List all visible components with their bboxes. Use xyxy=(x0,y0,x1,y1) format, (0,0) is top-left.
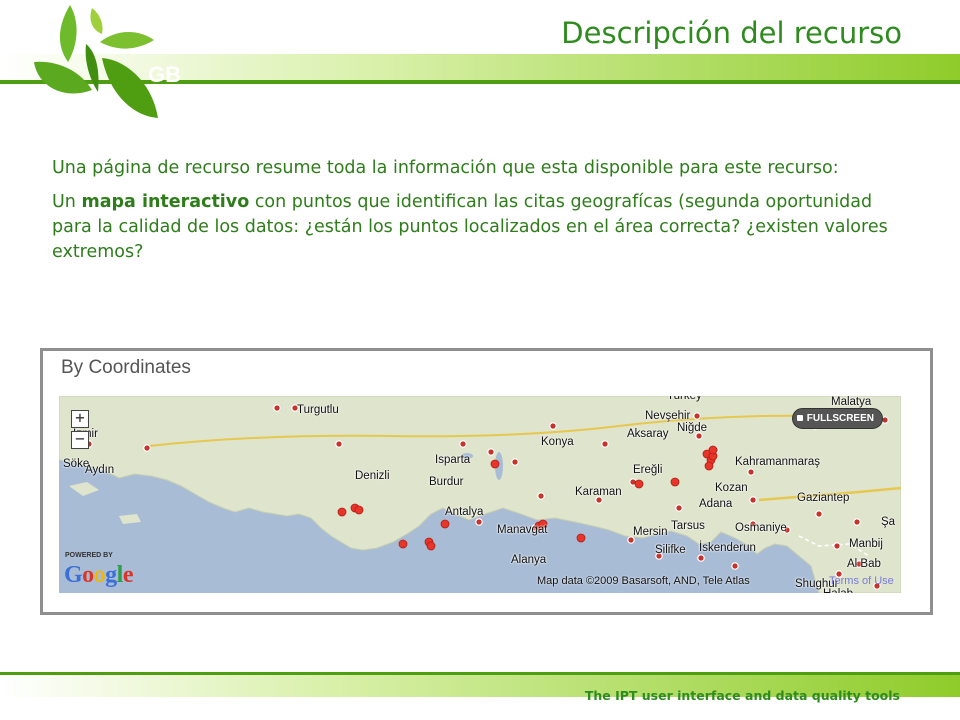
city-marker[interactable] xyxy=(697,554,705,562)
city-label: Turkey xyxy=(667,396,702,402)
city-marker[interactable] xyxy=(601,440,609,448)
city-label: Denizli xyxy=(355,470,390,482)
city-marker[interactable] xyxy=(853,518,861,526)
fullscreen-button[interactable]: FULLSCREEN xyxy=(791,408,883,429)
occurrence-marker[interactable] xyxy=(704,461,714,471)
zoom-in-button[interactable]: + xyxy=(71,410,89,428)
city-label: Şa xyxy=(881,516,896,528)
city-label: Osmaniye xyxy=(735,522,787,534)
city-label: Manavgat xyxy=(497,524,548,536)
terms-of-use-link[interactable]: Terms of Use xyxy=(829,575,894,587)
city-marker[interactable] xyxy=(815,510,823,518)
occurrence-marker[interactable] xyxy=(398,539,408,549)
city-marker[interactable] xyxy=(335,440,343,448)
city-marker[interactable] xyxy=(487,448,495,456)
city-label: Ereğli xyxy=(633,464,663,476)
occurrence-marker[interactable] xyxy=(634,479,644,489)
map-attribution: Map data ©2009 Basarsoft, AND, Tele Atla… xyxy=(537,575,750,587)
google-logo-letter: G xyxy=(64,562,83,588)
paragraph-summary: Una página de recurso resume toda la inf… xyxy=(52,158,839,178)
city-label: Aydın xyxy=(85,464,115,476)
city-marker[interactable] xyxy=(675,504,683,512)
slide-title: Descripción del recurso xyxy=(561,16,902,50)
city-label: Nevşehir xyxy=(645,410,691,422)
city-label: Turgutlu xyxy=(297,404,339,416)
occurrence-marker[interactable] xyxy=(354,505,364,515)
google-logo-letter: o xyxy=(93,562,106,588)
city-marker[interactable] xyxy=(143,444,151,452)
paragraph-map-description: Un mapa interactivo con puntos que ident… xyxy=(52,190,912,265)
city-marker[interactable] xyxy=(693,412,701,420)
google-logo-letter: o xyxy=(82,562,94,588)
city-label: Kahramanmaraş xyxy=(735,456,821,468)
city-marker[interactable] xyxy=(511,458,519,466)
city-label: Aksaray xyxy=(627,428,669,440)
city-label: Isparta xyxy=(435,454,471,466)
paragraph-map-intro: Un xyxy=(52,192,82,212)
city-label: Tarsus xyxy=(671,520,705,532)
occurrence-marker[interactable] xyxy=(440,519,450,529)
occurrence-marker[interactable] xyxy=(670,477,680,487)
city-marker[interactable] xyxy=(731,562,739,570)
fullscreen-icon xyxy=(796,415,803,421)
map-panel: By Coordinates Turkey Malatya Nevşehir Turg… xyxy=(40,348,933,615)
city-label: Gaziantep xyxy=(797,492,850,504)
google-logo-letter: e xyxy=(122,562,134,588)
city-label: Halab xyxy=(823,588,853,593)
body-text: Una página de recurso resume toda la inf… xyxy=(52,156,912,274)
city-label: Adana xyxy=(699,498,733,510)
city-label: Kozan xyxy=(715,482,748,494)
city-marker[interactable] xyxy=(833,542,841,550)
occurrence-marker[interactable] xyxy=(337,507,347,517)
powered-by-label: POWERED BY xyxy=(65,552,113,559)
city-label: Karaman xyxy=(575,486,622,498)
city-marker[interactable] xyxy=(475,518,483,526)
city-marker[interactable] xyxy=(537,492,545,500)
city-marker[interactable] xyxy=(749,496,757,504)
occurrence-marker[interactable] xyxy=(576,533,586,543)
city-marker[interactable] xyxy=(273,404,281,412)
occurrence-marker[interactable] xyxy=(490,459,500,469)
city-marker[interactable] xyxy=(549,422,557,430)
paragraph-map-emphasis: mapa interactivo xyxy=(81,192,250,212)
city-label: Antalya xyxy=(445,506,484,518)
occurrence-marker[interactable] xyxy=(708,445,718,455)
gbif-logo: GBIF xyxy=(34,5,180,118)
fullscreen-label: FULLSCREEN xyxy=(806,413,874,424)
zoom-out-button[interactable]: − xyxy=(71,431,89,449)
google-logo[interactable]: Google xyxy=(64,562,134,589)
google-logo-letter: g xyxy=(105,562,117,588)
map-canvas[interactable] xyxy=(59,396,901,593)
city-label: İskenderun xyxy=(699,542,756,554)
city-label: Silifke xyxy=(655,544,686,556)
city-label: Malatya xyxy=(831,396,872,408)
city-marker[interactable] xyxy=(459,440,467,448)
city-label: Al Bab xyxy=(847,558,881,570)
city-label: Niğde xyxy=(677,422,708,434)
city-label: Alanya xyxy=(511,554,547,566)
city-label: Burdur xyxy=(429,476,464,488)
footer-text: The IPT user interface and data quality … xyxy=(584,688,900,703)
city-label: Mersin xyxy=(633,526,668,538)
gbif-logo-text: GBIF xyxy=(148,62,180,87)
city-label: Konya xyxy=(541,436,574,448)
map-heading: By Coordinates xyxy=(61,357,191,378)
city-label: Manbij xyxy=(849,538,883,550)
occurrence-marker[interactable] xyxy=(426,541,436,551)
interactive-map[interactable]: TurkeyMalatyaNevşehirTurgutluİzmirAksara… xyxy=(59,396,901,593)
city-marker[interactable] xyxy=(747,468,755,476)
